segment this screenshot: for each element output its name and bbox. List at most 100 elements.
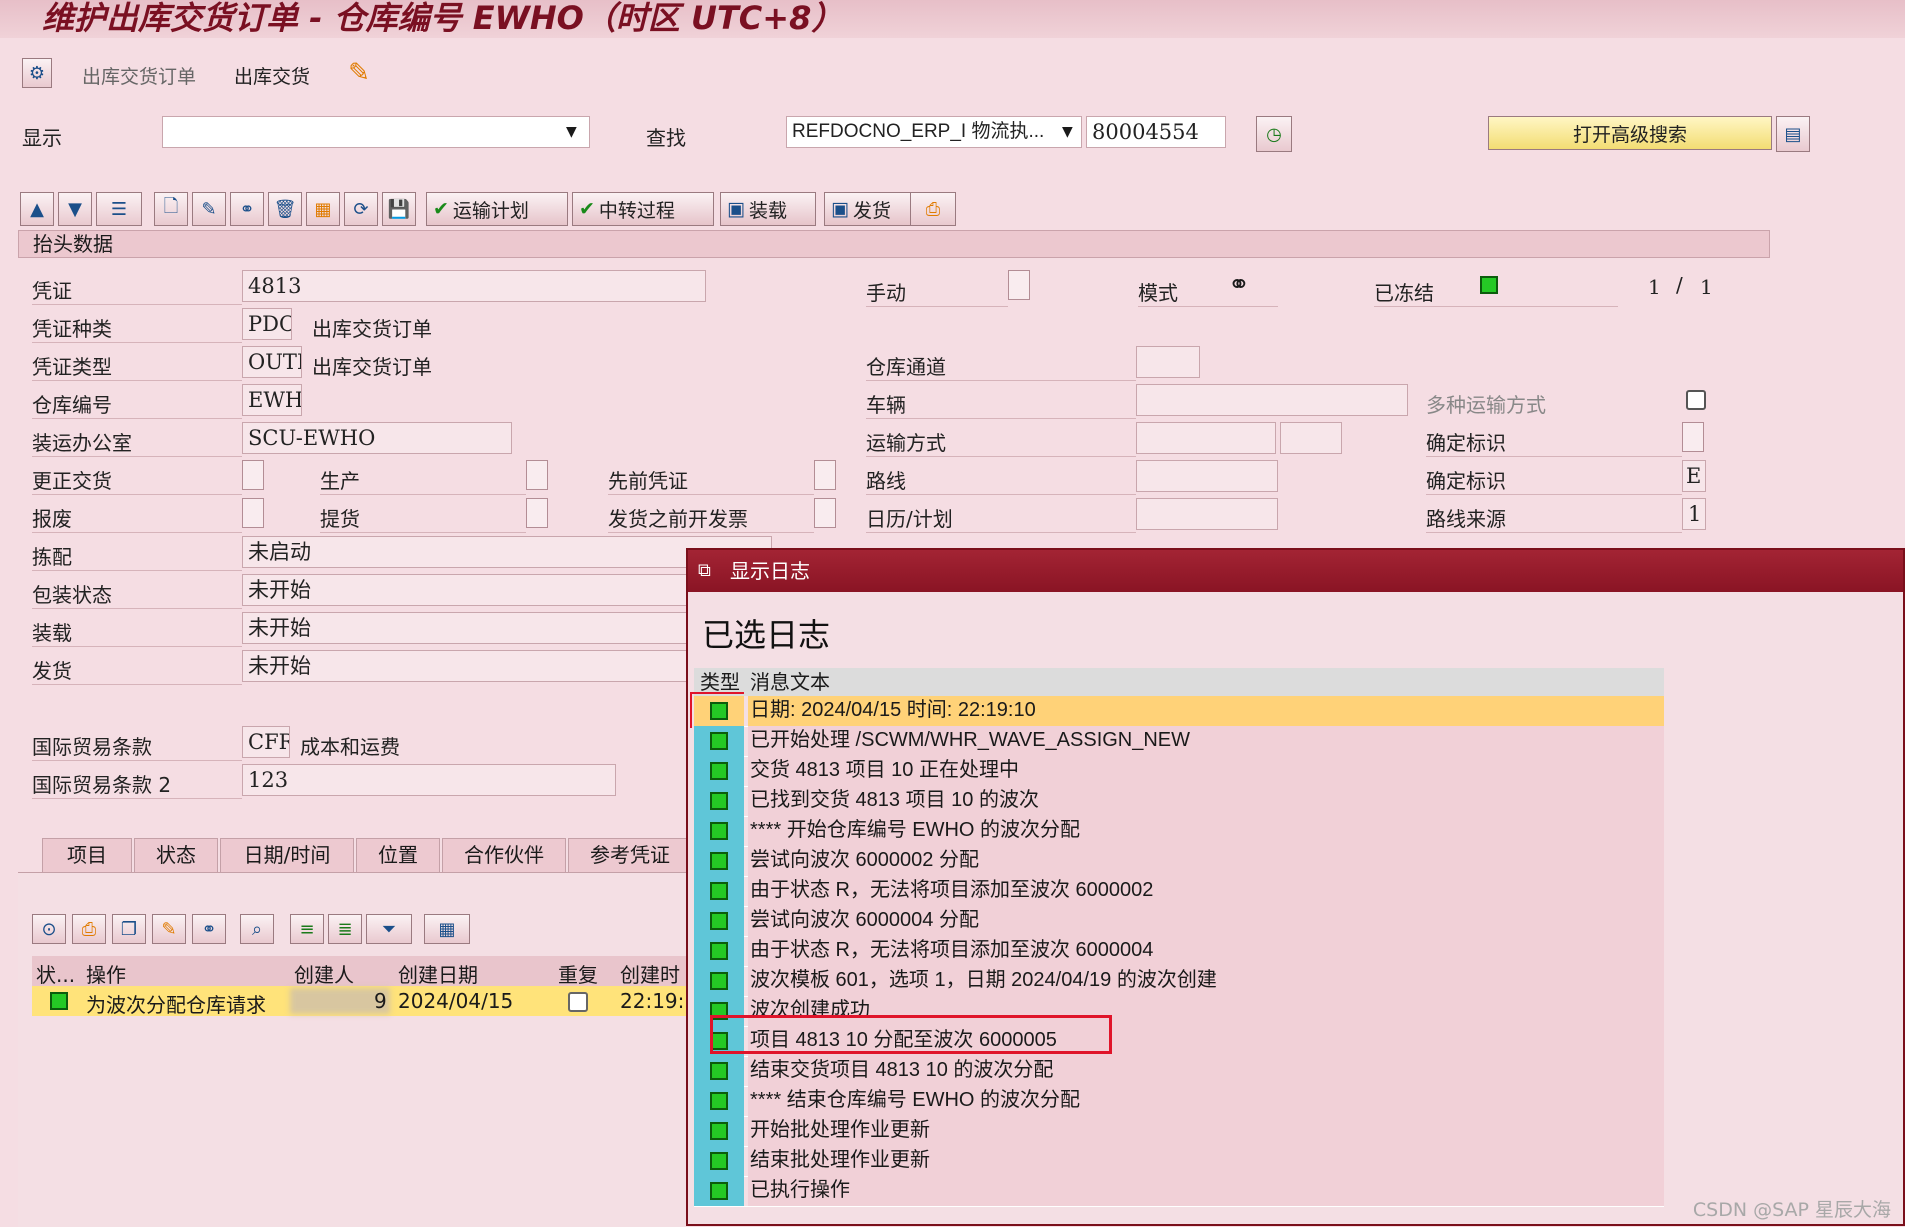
arrow-down-icon[interactable]: ▼ (58, 192, 92, 226)
grid-col-repeat[interactable]: 重复 (558, 959, 598, 988)
route-source-field[interactable]: 1 (1682, 498, 1706, 530)
layout-icon[interactable]: ▤ (1776, 116, 1810, 152)
log-row[interactable]: 开始批处理作业更新 (694, 1116, 1664, 1147)
dialog-window-icon: ⧉ (698, 560, 711, 581)
loading-button[interactable]: ▣ 装载 (720, 192, 816, 226)
sort-desc-icon[interactable]: ≣ (328, 914, 362, 944)
log-row[interactable]: 结束批处理作业更新 (694, 1146, 1664, 1177)
display-glasses-icon[interactable]: ⚭ (230, 192, 264, 226)
log-row[interactable]: 由于状态 R，无法将项目添加至波次 6000004 (694, 936, 1664, 967)
invoice-before-ship-checkbox[interactable] (814, 498, 836, 528)
transport-mode-field[interactable] (1136, 422, 1276, 454)
log-message: 日期: 2024/04/15 时间: 22:19:10 (748, 696, 1664, 726)
warehouse-field[interactable]: EWHO (242, 384, 302, 416)
layout-grid-icon[interactable]: ▦ (424, 914, 470, 944)
route-field[interactable] (1136, 460, 1278, 492)
tab-location[interactable]: 位置 (356, 838, 440, 872)
grid-col-status[interactable]: 状... (36, 959, 75, 988)
package-icon[interactable]: ▦ (306, 192, 340, 226)
scroll-icon[interactable]: ✎ (344, 58, 374, 88)
chevron-down-icon[interactable]: ▼ (1062, 124, 1073, 140)
object-list-icon[interactable]: ⚙ (22, 58, 52, 88)
execute-search-icon[interactable]: ◷ (1256, 116, 1292, 152)
correction-delivery-checkbox[interactable] (242, 460, 264, 490)
sort-icon[interactable]: ≡ (290, 914, 324, 944)
doc-label: 凭证 (32, 275, 242, 305)
confirm-id-field[interactable] (1682, 422, 1704, 452)
grid-repeat-checkbox[interactable] (568, 992, 588, 1012)
copy-icon[interactable]: ❐ (112, 914, 146, 944)
vehicle-field[interactable] (1136, 384, 1408, 416)
log-col-message[interactable]: 消息文本 (750, 668, 830, 696)
log-row[interactable]: 已开始处理 /SCWM/WHR_WAVE_ASSIGN_NEW (694, 726, 1664, 757)
new-document-icon[interactable]: 🗋 (154, 192, 188, 226)
menu-item-outbound-delivery[interactable]: 出库交货 (234, 62, 310, 89)
multi-transport-checkbox[interactable] (1686, 390, 1706, 410)
incoterms2-label: 国际贸易条款 2 (32, 769, 242, 799)
save-icon[interactable]: 💾 (382, 192, 416, 226)
tab-partners[interactable]: 合作伙伴 (442, 838, 566, 872)
production-checkbox[interactable] (526, 460, 548, 490)
log-row[interactable]: **** 结束仓库编号 EWHO 的波次分配 (694, 1086, 1664, 1117)
success-status-icon (710, 732, 728, 750)
loading-status-field: 未开始 (242, 612, 692, 644)
print-icon[interactable]: ⎙ (72, 914, 106, 944)
edit-pencil-icon[interactable]: ✎ (192, 192, 226, 226)
grid-col-created-time[interactable]: 创建时 (620, 959, 680, 988)
ship-office-field[interactable]: SCU-EWHO (242, 422, 512, 454)
grid-col-action[interactable]: 操作 (86, 959, 126, 988)
filter-icon[interactable]: ⏷ (366, 914, 412, 944)
log-row[interactable]: 日期: 2024/04/15 时间: 22:19:10 (694, 696, 1664, 727)
log-row[interactable]: 波次模板 601，选项 1，日期 2024/04/19 的波次创建 (694, 966, 1664, 997)
log-row[interactable]: **** 开始仓库编号 EWHO 的波次分配 (694, 816, 1664, 847)
delete-trash-icon[interactable]: 🗑 (268, 192, 302, 226)
arrow-up-icon[interactable]: ▲ (20, 192, 54, 226)
doc-type-field[interactable]: OUTB (242, 346, 302, 378)
advanced-search-button[interactable]: 打开高级搜索 (1488, 116, 1772, 150)
log-type-cell (694, 726, 744, 756)
log-row[interactable]: 交货 4813 项目 10 正在处理中 (694, 756, 1664, 787)
menu-item-outbound-order[interactable]: 出库交货订单 (82, 62, 196, 89)
grid-col-creator[interactable]: 创建人 (294, 959, 354, 988)
incoterms-field[interactable]: CFR (242, 726, 290, 758)
table-row[interactable]: 为波次分配仓库请求 9 2024/04/15 22:19:1 (32, 986, 697, 1017)
incoterms2-field[interactable]: 123 (242, 764, 616, 796)
refresh-icon[interactable]: ⟳ (344, 192, 378, 226)
calendar-plan-field[interactable] (1136, 498, 1278, 530)
log-row[interactable]: 结束交货项目 4813 10 的波次分配 (694, 1056, 1664, 1087)
chevron-down-icon[interactable]: ▼ (566, 124, 577, 140)
grid-col-created-date[interactable]: 创建日期 (398, 959, 478, 988)
log-row[interactable]: 尝试向波次 6000004 分配 (694, 906, 1664, 937)
shipping-button[interactable]: ▣ 发货 (824, 192, 922, 226)
details-icon[interactable]: ⊙ (32, 914, 66, 944)
log-row[interactable]: 已执行操作 (694, 1176, 1664, 1207)
prev-doc-checkbox[interactable] (814, 460, 836, 490)
find-icon[interactable]: ⌕ (240, 914, 274, 944)
transfer-process-button[interactable]: ✔ 中转过程 (572, 192, 714, 226)
tab-date-time[interactable]: 日期/时间 (220, 838, 354, 872)
log-row[interactable]: 尝试向波次 6000002 分配 (694, 846, 1664, 877)
doc-field[interactable]: 4813 (242, 270, 706, 302)
search-field-select[interactable]: REFDOCNO_ERP_I 物流执... (786, 116, 1082, 148)
display-dropdown[interactable] (162, 116, 590, 148)
transport-plan-button[interactable]: ✔ 运输计划 (426, 192, 568, 226)
wh-door-field[interactable] (1136, 346, 1200, 378)
print-icon[interactable]: ⎙ (910, 192, 956, 226)
pickup-checkbox[interactable] (526, 498, 548, 528)
tab-items[interactable]: 项目 (42, 838, 132, 872)
tab-reference-docs[interactable]: 参考凭证 (568, 838, 692, 872)
display-glasses-icon[interactable]: ⚭ (192, 914, 226, 944)
tab-status[interactable]: 状态 (134, 838, 218, 872)
list-icon[interactable]: ☰ (96, 192, 142, 226)
log-row[interactable]: 由于状态 R，无法将项目添加至波次 6000002 (694, 876, 1664, 907)
manual-checkbox[interactable] (1008, 270, 1030, 300)
transport-mode-field-2[interactable] (1280, 422, 1342, 454)
log-type-cell (694, 1086, 744, 1116)
confirm-id2-field[interactable]: E (1682, 460, 1706, 492)
scroll-icon[interactable]: ✎ (152, 914, 186, 944)
status-green-icon (50, 992, 68, 1010)
search-input[interactable]: 80004554 (1086, 116, 1226, 148)
log-row[interactable]: 已找到交货 4813 项目 10 的波次 (694, 786, 1664, 817)
doc-category-field[interactable]: PDO (242, 308, 292, 340)
scrap-checkbox[interactable] (242, 498, 264, 528)
